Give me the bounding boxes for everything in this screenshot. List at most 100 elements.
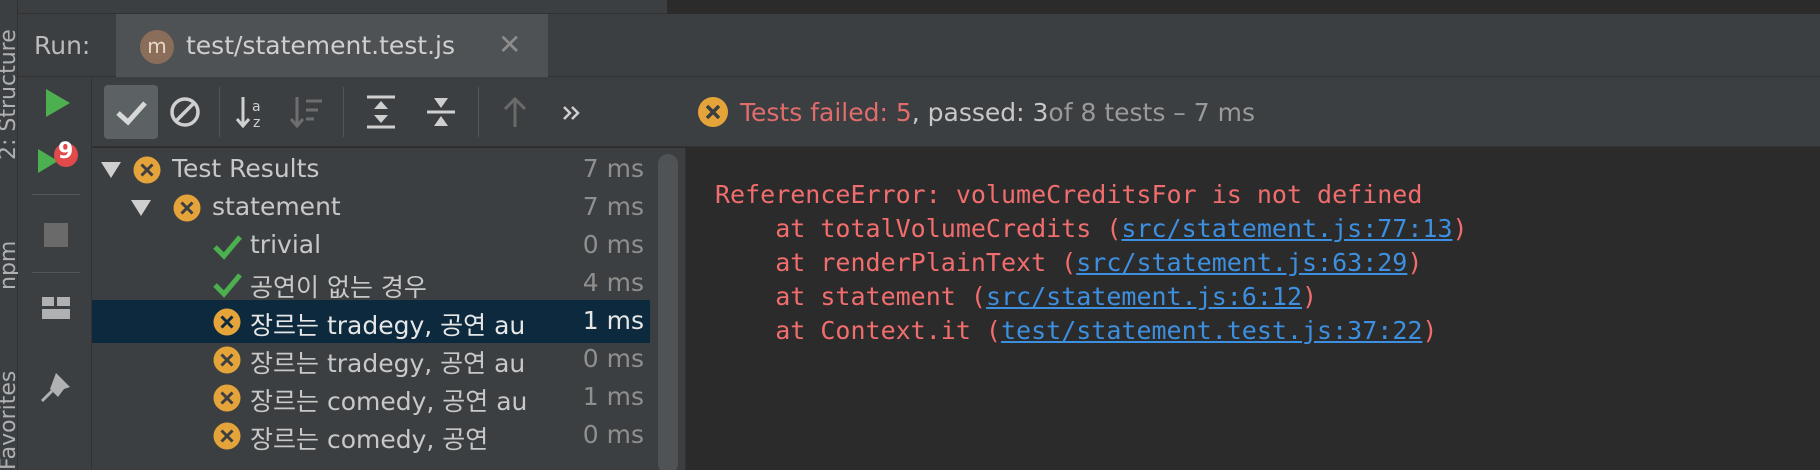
svg-text:z: z <box>253 115 260 131</box>
sort-by-duration-icon <box>289 97 322 129</box>
failed-count-badge: 9 <box>58 139 74 164</box>
run-header: Run: m test/statement.test.js ✕ <box>18 14 1820 77</box>
failed-status-icon <box>173 194 201 222</box>
tree-row-label: statement <box>212 192 341 221</box>
mocha-icon: m <box>140 30 174 64</box>
stack-frame: at statement (src/statement.js:6:12) <box>715 282 1317 311</box>
stack-frame: at totalVolumeCredits (src/statement.js:… <box>715 214 1468 243</box>
rerun-failed-button[interactable]: 9 <box>36 139 78 179</box>
run-toolbar: 9 <box>18 77 92 470</box>
tree-row-test[interactable]: trivial 0 ms <box>92 224 650 267</box>
failed-status-icon <box>213 346 241 374</box>
pin-icon <box>40 373 70 403</box>
check-icon <box>116 101 147 126</box>
failed-status-icon <box>213 308 241 336</box>
stack-frame-link[interactable]: test/statement.test.js:37:22 <box>1001 316 1422 345</box>
sort-alphabetically-icon: a z <box>235 97 261 131</box>
failed-status-icon <box>133 156 161 184</box>
stop-icon <box>44 223 68 247</box>
svg-text:a: a <box>252 99 261 115</box>
expand-arrow-icon[interactable] <box>130 198 152 218</box>
stack-frame-text: at totalVolumeCredits ( <box>715 214 1122 243</box>
tree-row-test[interactable]: 장르는 tradegy, 공연 au 0 ms <box>92 338 650 381</box>
stack-frame-link[interactable]: src/statement.js:6:12 <box>986 282 1302 311</box>
sort-alpha-button[interactable]: a z <box>228 85 282 139</box>
toolbar-separator <box>343 87 344 137</box>
tree-scrollbar[interactable] <box>650 148 686 470</box>
tree-row-duration: 1 ms <box>576 306 644 335</box>
tests-passed-count: , passed: 3 <box>911 97 1049 127</box>
show-passed-button[interactable] <box>104 85 158 139</box>
editor-top-left <box>0 0 667 14</box>
stack-frame-text: at statement ( <box>715 282 986 311</box>
failed-status-icon <box>698 97 728 127</box>
stack-frame-suffix: ) <box>1452 214 1468 243</box>
toolbar-separator <box>32 194 80 195</box>
pin-button[interactable] <box>36 367 76 407</box>
expand-arrow-icon[interactable] <box>100 160 122 180</box>
tree-row-label: trivial <box>250 230 322 259</box>
tree-row-duration: 1 ms <box>576 382 644 411</box>
chevron-double-right-icon <box>563 106 580 120</box>
collapse-all-icon <box>427 98 455 126</box>
tree-row-test-selected[interactable]: 장르는 tradegy, 공연 au 1 ms <box>92 300 650 343</box>
play-icon <box>46 89 70 117</box>
stack-frame-suffix: ) <box>1302 282 1318 311</box>
stack-frame-text: at Context.it ( <box>715 316 1001 345</box>
collapse-all-button[interactable] <box>414 85 468 139</box>
tree-row-label: 장르는 comedy, 공연 au <box>250 387 528 416</box>
failed-status-icon <box>213 422 241 450</box>
sort-duration-button[interactable] <box>282 85 336 139</box>
ignored-icon <box>170 97 200 127</box>
layout-button[interactable] <box>36 289 76 329</box>
tree-scrollbar-thumb[interactable] <box>658 154 678 470</box>
tree-row-duration: 4 ms <box>576 268 644 297</box>
tree-row-label: 장르는 tradegy, 공연 au <box>250 311 526 340</box>
tree-row-test[interactable]: 공연이 없는 경우 4 ms <box>92 262 650 305</box>
tree-row-label: Test Results <box>172 154 320 183</box>
more-actions-button[interactable] <box>544 85 598 139</box>
tree-row-label: 장르는 comedy, 공연 <box>250 425 489 454</box>
tree-row-statement[interactable]: statement 7 ms <box>92 186 650 229</box>
tree-row-duration: 0 ms <box>576 230 644 259</box>
toolbar-separator <box>478 87 479 137</box>
tree-row-test[interactable]: 장르는 comedy, 공연 0 ms <box>92 414 650 457</box>
stack-frame-suffix: ) <box>1422 316 1438 345</box>
expand-all-icon <box>367 95 395 129</box>
rerun-button[interactable] <box>36 83 76 123</box>
expand-all-button[interactable] <box>354 85 408 139</box>
layout-icon <box>42 297 70 319</box>
error-message: ReferenceError: volumeCreditsFor is not … <box>715 180 1423 209</box>
tree-row-duration: 7 ms <box>576 192 644 221</box>
tree-row-duration: 0 ms <box>576 344 644 373</box>
tree-row-test[interactable]: 장르는 comedy, 공연 au 1 ms <box>92 376 650 419</box>
check-icon <box>213 235 242 260</box>
stack-frame-link[interactable]: src/statement.js:63:29 <box>1076 248 1407 277</box>
run-tab[interactable]: m test/statement.test.js ✕ <box>116 14 548 77</box>
test-status-summary: Tests failed: 5, passed: 3 of 8 tests – … <box>696 87 1255 137</box>
stop-button[interactable] <box>36 215 76 255</box>
stack-frame: at Context.it (test/statement.test.js:37… <box>715 316 1437 345</box>
failed-status-icon <box>213 384 241 412</box>
arrow-up-icon <box>503 96 527 127</box>
toolbar-separator <box>219 87 220 137</box>
stack-frame-link[interactable]: src/statement.js:77:13 <box>1121 214 1452 243</box>
editor-top-strip <box>0 0 1820 14</box>
previous-failed-button[interactable] <box>488 85 542 139</box>
console-output: ReferenceError: volumeCreditsFor is not … <box>687 148 1820 470</box>
tree-row-label: 장르는 tradegy, 공연 au <box>250 349 526 378</box>
tree-row-label: 공연이 없는 경우 <box>250 273 427 302</box>
tests-total: of 8 tests – 7 ms <box>1048 97 1255 127</box>
stack-frame: at renderPlainText (src/statement.js:63:… <box>715 248 1422 277</box>
toolbar-separator <box>32 272 80 273</box>
tree-row-test-results[interactable]: Test Results 7 ms <box>92 148 650 191</box>
tool-window-strip: 2: Structure npm Favorites <box>0 0 21 470</box>
check-icon <box>213 273 242 298</box>
show-ignored-button[interactable] <box>158 85 212 139</box>
run-tab-title: test/statement.test.js <box>186 31 456 60</box>
close-icon[interactable]: ✕ <box>498 28 521 61</box>
run-label: Run: <box>34 31 91 60</box>
tree-row-duration: 0 ms <box>576 420 644 449</box>
stack-frame-suffix: ) <box>1407 248 1423 277</box>
test-toolbar: a z Tests failed: 5 , passed: 3 of 8 tes… <box>92 77 1820 147</box>
